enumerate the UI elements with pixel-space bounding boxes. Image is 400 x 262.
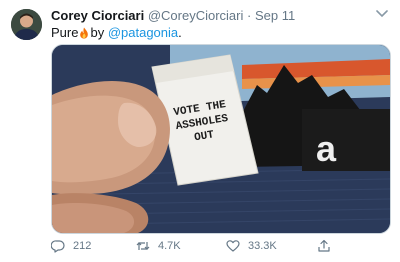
share-icon <box>318 239 330 252</box>
tweet-actions: 212 4.7K 33.3K <box>51 237 389 255</box>
like-count: 33.3K <box>248 240 277 252</box>
user-handle[interactable]: @CoreyCiorciari <box>148 8 244 23</box>
tweet-text-start: Pure <box>51 25 79 40</box>
retweet-icon <box>136 242 150 250</box>
heart-icon <box>226 240 240 252</box>
tweet-text-end: . <box>178 25 182 40</box>
mention-link[interactable]: @patagonia <box>108 25 178 40</box>
share-button[interactable] <box>317 237 331 255</box>
tweet-card[interactable]: Corey Ciorciari @CoreyCiorciari · Sep 11… <box>0 0 400 262</box>
fire-icon <box>80 27 89 39</box>
tweet-text: Pure by @patagonia. <box>51 25 182 40</box>
tweet-media-image[interactable]: a VOTE THE ASSHOLES OUT <box>51 44 391 234</box>
avatar[interactable] <box>11 9 42 40</box>
reply-icon <box>51 240 65 253</box>
like-button[interactable]: 33.3K <box>226 237 277 255</box>
tweet-header: Corey Ciorciari @CoreyCiorciari · Sep 11 <box>51 8 295 23</box>
tweet-date[interactable]: Sep 11 <box>255 8 295 23</box>
tweet-text-middle: by <box>90 25 105 40</box>
retweet-button[interactable]: 4.7K <box>136 237 181 255</box>
chevron-down-icon[interactable] <box>375 9 389 19</box>
retweet-count: 4.7K <box>158 240 181 252</box>
display-name[interactable]: Corey Ciorciari <box>51 8 144 23</box>
separator-dot: · <box>247 8 252 23</box>
reply-button[interactable]: 212 <box>51 237 91 255</box>
reply-count: 212 <box>73 240 92 252</box>
patch-logo-text: a <box>316 128 337 169</box>
